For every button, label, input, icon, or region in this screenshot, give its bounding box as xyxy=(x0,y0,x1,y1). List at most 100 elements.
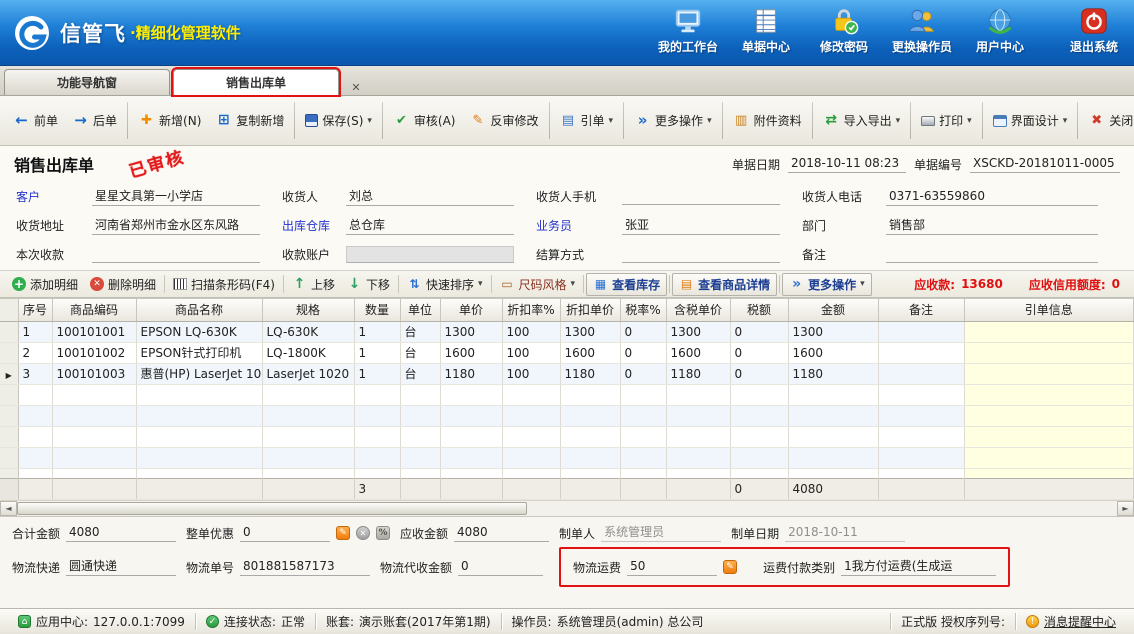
grid-cell[interactable] xyxy=(878,384,964,405)
grid-cell[interactable]: 100101003 xyxy=(52,363,136,384)
grid-cell[interactable]: 台 xyxy=(400,342,440,363)
salesman-label[interactable]: 业务员 xyxy=(536,217,622,234)
grid-cell[interactable] xyxy=(400,405,440,426)
grid-column-header[interactable]: 商品名称 xyxy=(136,299,262,321)
customer-label[interactable]: 客户 xyxy=(16,188,92,205)
grid-empty-row[interactable] xyxy=(0,447,1134,468)
grid-cell[interactable] xyxy=(788,426,878,447)
grid-cell[interactable] xyxy=(52,426,136,447)
grid-cell[interactable] xyxy=(560,405,620,426)
grid-cell[interactable]: 1300 xyxy=(788,321,878,342)
grid-cell[interactable] xyxy=(18,384,52,405)
warehouse-field[interactable]: 总仓库 xyxy=(346,217,514,235)
grid-column-header[interactable]: 单价 xyxy=(440,299,502,321)
grid-cell[interactable]: LQ-1800K xyxy=(262,342,354,363)
grid-cell[interactable]: 100 xyxy=(502,363,560,384)
nav-my-workspace[interactable]: 我的工作台 xyxy=(658,6,718,59)
grid-column-header[interactable]: 税额 xyxy=(730,299,788,321)
horizontal-scrollbar[interactable] xyxy=(0,500,1134,516)
attachment-button[interactable]: 附件资料 xyxy=(726,106,809,135)
grid-cell[interactable]: 1 xyxy=(354,363,400,384)
grid-cell[interactable] xyxy=(354,447,400,468)
unaudit-button[interactable]: 反审修改 xyxy=(462,106,545,135)
grid-cell[interactable]: 3 xyxy=(18,363,52,384)
grid-cell[interactable]: 2 xyxy=(18,342,52,363)
grid-cell[interactable]: 0 xyxy=(620,342,666,363)
grid-cell[interactable]: 0 xyxy=(730,321,788,342)
grid-cell[interactable] xyxy=(400,426,440,447)
quick-sort-button[interactable]: 快速排序 xyxy=(401,274,489,295)
grid-column-header[interactable]: 序号 xyxy=(18,299,52,321)
grid-cell[interactable] xyxy=(52,384,136,405)
grid-cell[interactable] xyxy=(666,468,730,478)
grid-cell[interactable]: 100101001 xyxy=(52,321,136,342)
more-detail-ops-button[interactable]: 更多操作 xyxy=(782,273,872,296)
grid-cell[interactable] xyxy=(788,468,878,478)
audit-button[interactable]: 审核(A) xyxy=(386,106,463,135)
save-button[interactable]: 保存(S) xyxy=(298,106,379,135)
grid-cell[interactable] xyxy=(440,447,502,468)
grid-cell[interactable]: 1 xyxy=(354,342,400,363)
grid-cell[interactable]: 0 xyxy=(620,363,666,384)
grid-cell[interactable] xyxy=(964,342,1134,363)
freight-adjust-icon[interactable] xyxy=(723,560,737,574)
grid-column-header[interactable]: 金额 xyxy=(788,299,878,321)
grid-cell[interactable]: LQ-630K xyxy=(262,321,354,342)
grid-cell[interactable]: 0 xyxy=(620,321,666,342)
grid-cell[interactable] xyxy=(788,384,878,405)
grid-cell[interactable] xyxy=(730,468,788,478)
grid-cell[interactable] xyxy=(666,384,730,405)
move-up-button[interactable]: 上移 xyxy=(286,274,341,295)
grid-cell[interactable]: 台 xyxy=(400,363,440,384)
receiver-mobile-field[interactable] xyxy=(622,188,780,205)
grid-row[interactable]: 3100101003惠普(HP) LaserJet 1020LaserJet 1… xyxy=(0,363,1134,384)
scroll-left-button[interactable] xyxy=(0,501,17,516)
grid-cell[interactable]: 台 xyxy=(400,321,440,342)
grid-cell[interactable]: 1600 xyxy=(788,342,878,363)
express-field[interactable]: 圆通快递 xyxy=(66,558,176,576)
status-message-center[interactable]: 消息提醒中心 xyxy=(1016,613,1126,630)
grid-cell[interactable] xyxy=(262,447,354,468)
receiver-phone-field[interactable]: 0371-63559860 xyxy=(886,188,1098,206)
grid-cell[interactable] xyxy=(440,405,502,426)
nav-document-center[interactable]: 单据中心 xyxy=(736,6,796,59)
grid-cell[interactable] xyxy=(400,384,440,405)
grid-cell[interactable] xyxy=(262,405,354,426)
delete-detail-button[interactable]: 删除明细 xyxy=(84,274,162,295)
grid-empty-row[interactable] xyxy=(0,405,1134,426)
grid-cell[interactable]: 1300 xyxy=(440,321,502,342)
grid-empty-row[interactable] xyxy=(0,426,1134,447)
grid-cell[interactable]: 100 xyxy=(502,342,560,363)
ui-design-button[interactable]: 界面设计 xyxy=(986,106,1075,135)
scroll-thumb[interactable] xyxy=(17,502,527,515)
nav-exit-system[interactable]: 退出系统 xyxy=(1064,6,1124,59)
grid-column-header[interactable]: 单位 xyxy=(400,299,440,321)
more-ops-button[interactable]: 更多操作 xyxy=(627,106,719,135)
grid-cell[interactable] xyxy=(964,405,1134,426)
grid-cell[interactable] xyxy=(18,447,52,468)
grid-cell[interactable] xyxy=(878,363,964,384)
grid-cell[interactable]: 100 xyxy=(502,321,560,342)
scan-barcode-button[interactable]: 扫描条形码(F4) xyxy=(167,274,281,295)
grid-cell[interactable] xyxy=(136,426,262,447)
freight-type-field[interactable]: 1我方付运费(生成运 xyxy=(841,558,996,576)
grid-cell[interactable] xyxy=(502,468,560,478)
prev-doc-button[interactable]: 前单 xyxy=(6,106,65,135)
grid-cell[interactable] xyxy=(440,384,502,405)
grid-cell[interactable] xyxy=(964,321,1134,342)
grid-cell[interactable] xyxy=(730,405,788,426)
grid-cell[interactable] xyxy=(400,447,440,468)
copy-new-button[interactable]: 复制新增 xyxy=(208,106,291,135)
tab-close-icon[interactable] xyxy=(348,79,364,95)
grid-column-header[interactable]: 引单信息 xyxy=(964,299,1134,321)
grid-cell[interactable] xyxy=(620,447,666,468)
grid-cell[interactable]: EPSON LQ-630K xyxy=(136,321,262,342)
grid-cell[interactable] xyxy=(964,384,1134,405)
doc-date-field[interactable]: 2018-10-11 08:23 xyxy=(788,155,906,173)
grid-cell[interactable] xyxy=(136,384,262,405)
grid-cell[interactable] xyxy=(666,426,730,447)
grid-cell[interactable] xyxy=(788,447,878,468)
total-amount-field[interactable]: 4080 xyxy=(66,524,176,542)
grid-cell[interactable] xyxy=(620,426,666,447)
grid-cell[interactable] xyxy=(18,426,52,447)
